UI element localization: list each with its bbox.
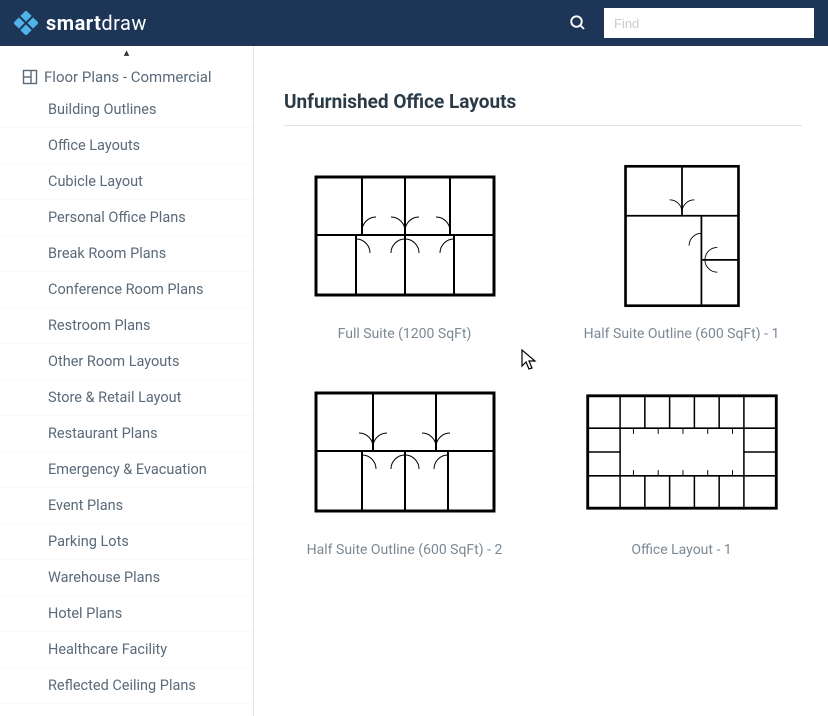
template-thumbnail [582, 166, 782, 306]
sidebar: ▴ Floor Plans - Commercial Building Outl… [0, 46, 254, 716]
template-card-office-layout-1[interactable]: Office Layout - 1 [561, 382, 802, 558]
sidebar-item-restroom-plans[interactable]: Restroom Plans [0, 308, 253, 344]
app-header: smartdraw [0, 0, 828, 46]
template-label: Half Suite Outline (600 SqFt) - 2 [307, 542, 503, 558]
sidebar-category[interactable]: Floor Plans - Commercial [0, 62, 253, 92]
sidebar-item-warehouse-plans[interactable]: Warehouse Plans [0, 560, 253, 596]
sidebar-item-store-retail-layout[interactable]: Store & Retail Layout [0, 380, 253, 416]
sidebar-item-other-room-layouts[interactable]: Other Room Layouts [0, 344, 253, 380]
template-label: Office Layout - 1 [631, 542, 731, 558]
floorplan-icon [22, 69, 38, 85]
search-icon[interactable] [568, 13, 588, 33]
template-label: Half Suite Outline (600 SqFt) - 1 [584, 326, 780, 342]
sidebar-item-conference-room-plans[interactable]: Conference Room Plans [0, 272, 253, 308]
page-title: Unfurnished Office Layouts [284, 90, 802, 126]
template-card-full-suite[interactable]: Full Suite (1200 SqFt) [284, 166, 525, 342]
template-thumbnail [305, 382, 505, 522]
sidebar-category-label: Floor Plans - Commercial [44, 68, 212, 86]
template-thumbnail [305, 166, 505, 306]
search-input[interactable] [604, 8, 814, 38]
sidebar-item-restaurant-plans[interactable]: Restaurant Plans [0, 416, 253, 452]
template-gallery: Full Suite (1200 SqFt) [284, 166, 802, 558]
sidebar-item-break-room-plans[interactable]: Break Room Plans [0, 236, 253, 272]
template-thumbnail [582, 382, 782, 522]
sidebar-item-parking-lots[interactable]: Parking Lots [0, 524, 253, 560]
sidebar-item-event-plans[interactable]: Event Plans [0, 488, 253, 524]
template-card-half-suite-1[interactable]: Half Suite Outline (600 SqFt) - 1 [561, 166, 802, 342]
sidebar-item-emergency-evacuation[interactable]: Emergency & Evacuation [0, 452, 253, 488]
main-content: Unfurnished Office Layouts [254, 46, 828, 716]
collapse-caret-icon[interactable]: ▴ [0, 48, 253, 62]
template-card-half-suite-2[interactable]: Half Suite Outline (600 SqFt) - 2 [284, 382, 525, 558]
sidebar-item-reflected-ceiling-plans[interactable]: Reflected Ceiling Plans [0, 668, 253, 704]
sidebar-item-healthcare-facility[interactable]: Healthcare Facility [0, 632, 253, 668]
sidebar-list: Building Outlines Office Layouts Cubicle… [0, 92, 253, 704]
brand-icon [14, 11, 38, 35]
sidebar-item-office-layouts[interactable]: Office Layouts [0, 128, 253, 164]
template-label: Full Suite (1200 SqFt) [338, 326, 472, 342]
brand-text: smartdraw [46, 11, 147, 35]
sidebar-item-personal-office-plans[interactable]: Personal Office Plans [0, 200, 253, 236]
sidebar-item-building-outlines[interactable]: Building Outlines [0, 92, 253, 128]
sidebar-item-hotel-plans[interactable]: Hotel Plans [0, 596, 253, 632]
sidebar-item-cubicle-layout[interactable]: Cubicle Layout [0, 164, 253, 200]
